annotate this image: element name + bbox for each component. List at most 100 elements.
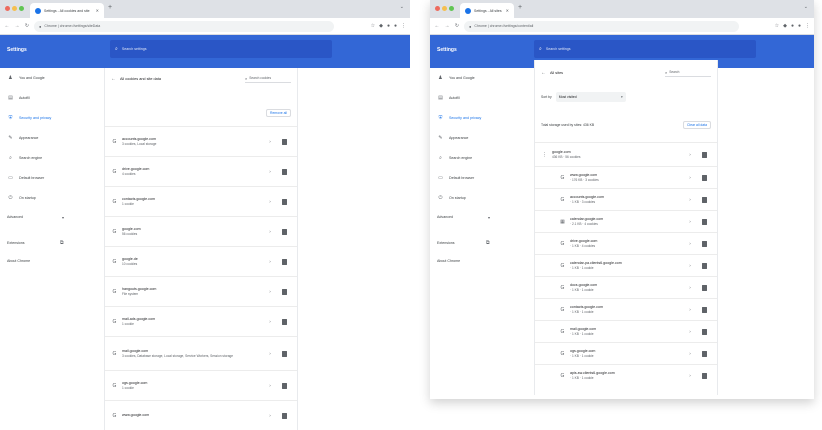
delete-icon[interactable]	[282, 168, 287, 175]
search-cookies-input[interactable]: ⌕ Search cookies	[245, 76, 291, 83]
list-item[interactable]: G www.google.com · 176 KB · 3 cookies ›	[535, 166, 717, 188]
list-item[interactable]: G google.com 56 cookies ›	[105, 216, 297, 246]
delete-icon[interactable]	[282, 318, 287, 325]
list-item[interactable]: G calendar-pa.clients6.google.com · 1 KB …	[535, 254, 717, 276]
delete-icon[interactable]	[282, 412, 287, 419]
delete-icon[interactable]	[702, 262, 707, 269]
chevron-right-icon[interactable]: ›	[266, 413, 274, 418]
chevron-right-icon[interactable]: ›	[686, 351, 694, 356]
chevron-right-icon[interactable]: ›	[266, 319, 274, 324]
list-item[interactable]: G contacts.google.com · 1 KB · 1 cookie ›	[535, 298, 717, 320]
maximize-window-button[interactable]	[19, 6, 24, 11]
menu-icon[interactable]: ⋮	[401, 23, 406, 29]
close-window-button[interactable]	[5, 6, 10, 11]
extension-icon[interactable]: ◆	[379, 23, 383, 29]
new-tab-icon[interactable]: +	[518, 4, 522, 11]
sidebar-item-advanced[interactable]: Advanced ▾	[0, 208, 100, 226]
delete-icon[interactable]	[702, 196, 707, 203]
sidebar-item-search-engine[interactable]: ⌕ Search engine	[0, 148, 100, 168]
delete-icon[interactable]	[702, 328, 707, 335]
chevron-right-icon[interactable]: ›	[686, 175, 694, 180]
expand-icon[interactable]: ⋮	[541, 152, 548, 158]
sidebar-item-search-engine[interactable]: ⌕ Search engine	[430, 148, 530, 168]
list-item[interactable]: G mail.google.com 3 cookies, Database sto…	[105, 336, 297, 370]
sidebar-item-appearance[interactable]: ✎ Appearance	[430, 128, 530, 148]
chevron-right-icon[interactable]: ›	[686, 307, 694, 312]
chevron-right-icon[interactable]: ›	[266, 139, 274, 144]
tab-settings[interactable]: Settings - All cookies and site ✕	[30, 3, 104, 18]
chevron-right-icon[interactable]: ›	[266, 289, 274, 294]
sidebar-item-advanced[interactable]: Advanced ▾	[430, 208, 530, 226]
new-tab-icon[interactable]: +	[108, 4, 112, 11]
profile-icon[interactable]: ●	[387, 23, 390, 29]
delete-icon[interactable]	[282, 258, 287, 265]
maximize-window-button[interactable]	[449, 6, 454, 11]
chevron-right-icon[interactable]: ›	[686, 197, 694, 202]
chevron-right-icon[interactable]: ›	[266, 351, 274, 356]
sidebar-item-you-and-google[interactable]: ♟ You and Google	[0, 68, 100, 88]
list-item[interactable]: G google.de 10 cookies ›	[105, 246, 297, 276]
profile-icon[interactable]: ●	[791, 23, 794, 29]
list-item[interactable]: G hangouts.google.com File system ›	[105, 276, 297, 306]
search-sites-input[interactable]: ⌕ Search	[665, 70, 711, 77]
chevron-right-icon[interactable]: ›	[686, 219, 694, 224]
delete-icon[interactable]	[702, 174, 707, 181]
sidebar-item-default-browser[interactable]: ▭ Default browser	[430, 168, 530, 188]
delete-icon[interactable]	[282, 350, 287, 357]
menu-icon[interactable]: ⋮	[805, 23, 810, 29]
reload-icon[interactable]: ↻	[454, 23, 460, 29]
minimize-window-button[interactable]	[442, 6, 447, 11]
sidebar-item-about[interactable]: About Chrome	[430, 252, 530, 270]
chevron-right-icon[interactable]: ›	[266, 229, 274, 234]
chevron-right-icon[interactable]: ›	[686, 241, 694, 246]
chevron-right-icon[interactable]: ›	[266, 383, 274, 388]
delete-icon[interactable]	[282, 198, 287, 205]
back-icon[interactable]: ←	[434, 23, 440, 29]
list-item[interactable]: ▦ calendar.google.com · 2.1 KB · 4 cookie…	[535, 210, 717, 232]
chevron-right-icon[interactable]: ›	[686, 329, 694, 334]
back-icon[interactable]: ←	[4, 23, 10, 29]
chevron-right-icon[interactable]: ›	[686, 152, 694, 157]
delete-icon[interactable]	[702, 218, 707, 225]
delete-icon[interactable]	[702, 284, 707, 291]
delete-icon[interactable]	[702, 350, 707, 357]
list-item[interactable]: G ogs.google.com · 1 KB · 1 cookie ›	[535, 342, 717, 364]
forward-icon[interactable]: →	[444, 23, 450, 29]
search-input[interactable]: ⌕ Search settings	[110, 40, 332, 58]
sidebar-item-extensions[interactable]: Extensions ⧉	[0, 234, 100, 252]
chevron-down-icon[interactable]: ⌄	[400, 4, 404, 10]
close-tab-icon[interactable]: ✕	[506, 8, 509, 13]
sidebar-item-autofill[interactable]: ▤ Autofill	[0, 88, 100, 108]
delete-icon[interactable]	[702, 306, 707, 313]
list-item[interactable]: G mail.google.com · 1 KB · 1 cookie ›	[535, 320, 717, 342]
chevron-right-icon[interactable]: ›	[266, 199, 274, 204]
chevron-right-icon[interactable]: ›	[686, 263, 694, 268]
sidebar-item-appearance[interactable]: ✎ Appearance	[0, 128, 100, 148]
chevron-right-icon[interactable]: ›	[266, 169, 274, 174]
address-bar[interactable]: ● Chrome | chrome://settings/content/all	[464, 20, 739, 32]
close-tab-icon[interactable]: ✕	[96, 8, 99, 13]
chevron-right-icon[interactable]: ›	[266, 259, 274, 264]
reload-icon[interactable]: ↻	[24, 23, 30, 29]
delete-icon[interactable]	[282, 138, 287, 145]
delete-icon[interactable]	[282, 288, 287, 295]
minimize-window-button[interactable]	[12, 6, 17, 11]
close-window-button[interactable]	[435, 6, 440, 11]
delete-icon[interactable]	[702, 151, 707, 158]
sort-select[interactable]: Most visited ▾	[555, 92, 626, 102]
account-icon[interactable]: ●	[798, 23, 801, 29]
list-item[interactable]: G docs.google.com · 1 KB · 1 cookie ›	[535, 276, 717, 298]
extension-icon[interactable]: ◆	[783, 23, 787, 29]
sidebar-item-on-startup[interactable]: ⏻ On startup	[430, 188, 530, 208]
list-item[interactable]: G drive.google.com · 1 KB · 4 cookies ›	[535, 232, 717, 254]
list-item[interactable]: G apis-sw.clients6.google.com · 1 KB · 1 …	[535, 364, 717, 386]
sidebar-item-on-startup[interactable]: ⏻ On startup	[0, 188, 100, 208]
delete-icon[interactable]	[702, 240, 707, 247]
list-item[interactable]: G accounts.google.com · 1 KB · 3 cookies …	[535, 188, 717, 210]
sidebar-item-extensions[interactable]: Extensions ⧉	[430, 234, 530, 252]
delete-icon[interactable]	[702, 372, 707, 379]
forward-icon[interactable]: →	[14, 23, 20, 29]
sidebar-item-security[interactable]: ⛨ Security and privacy	[0, 108, 100, 128]
clear-all-data-button[interactable]: Clear all data	[683, 121, 711, 129]
delete-icon[interactable]	[282, 228, 287, 235]
